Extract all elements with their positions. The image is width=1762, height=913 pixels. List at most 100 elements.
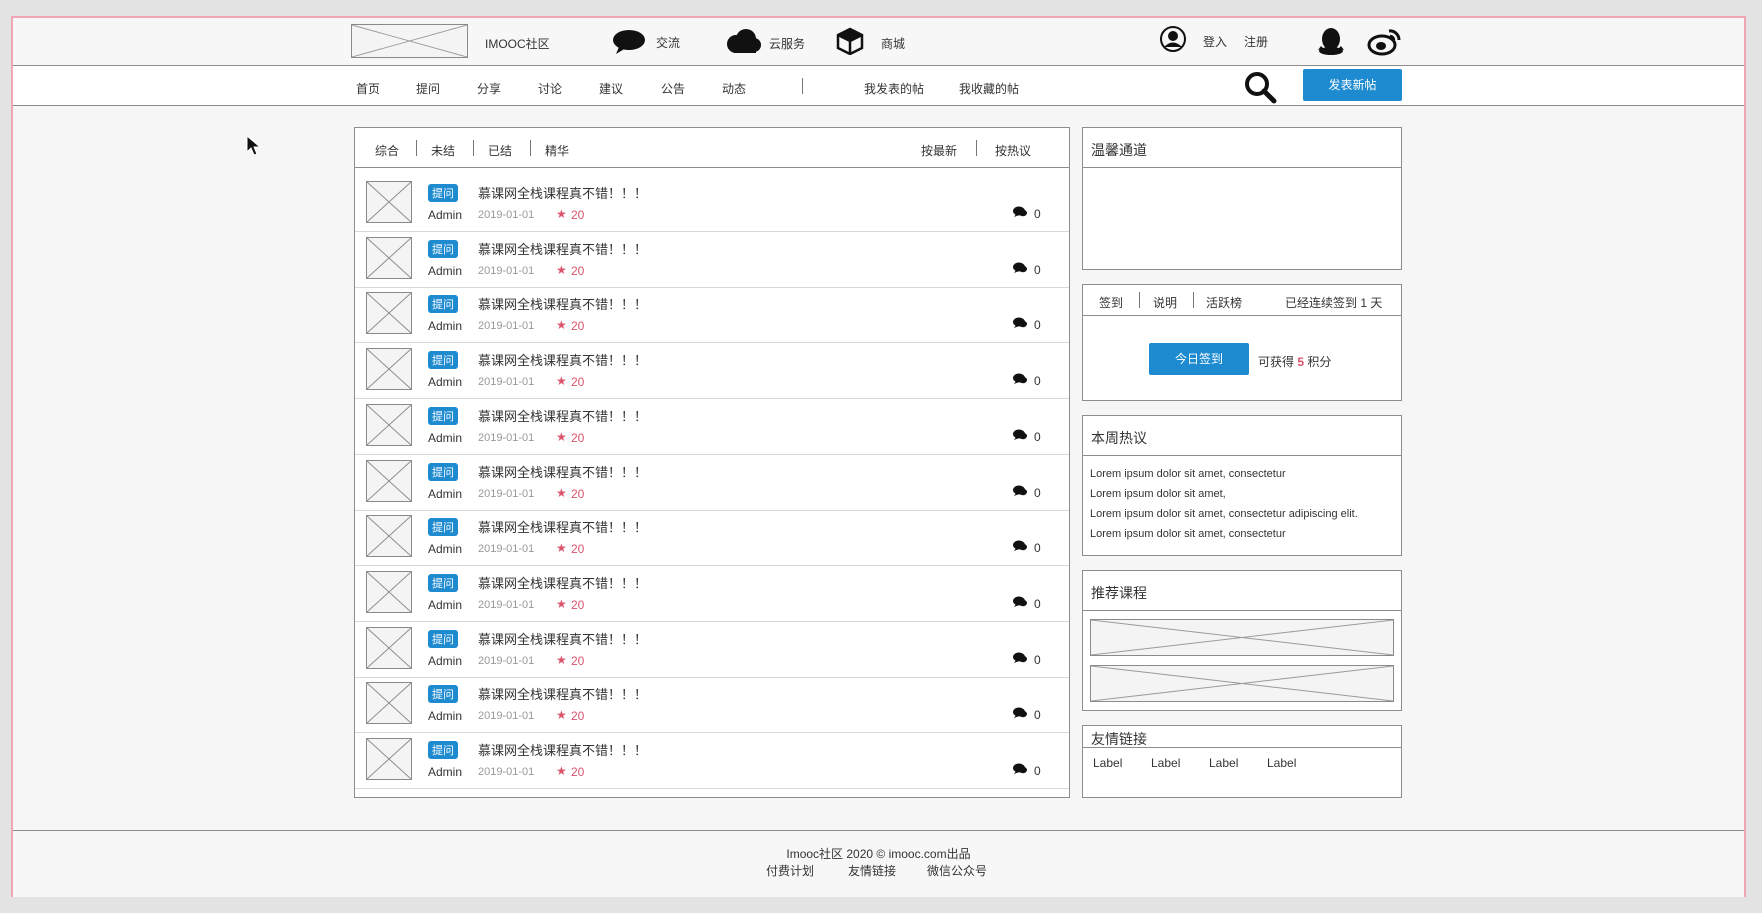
post-tag-badge[interactable]: 提问 — [428, 685, 458, 704]
filter-closed[interactable]: 已结 — [488, 142, 512, 159]
subnav-item-home[interactable]: 首页 — [356, 80, 380, 97]
subnav-item-share[interactable]: 分享 — [477, 80, 501, 97]
post-author[interactable]: Admin — [428, 264, 462, 278]
post-author[interactable]: Admin — [428, 431, 462, 445]
post-row[interactable]: 提问 慕课网全栈课程真不错！！！ Admin 2019-01-01 ★ 20 0 — [355, 343, 1069, 400]
post-author[interactable]: Admin — [428, 375, 462, 389]
post-tag-badge[interactable]: 提问 — [428, 629, 458, 648]
nav-item-shop[interactable]: 商城 — [881, 35, 905, 52]
post-tag-badge[interactable]: 提问 — [428, 573, 458, 592]
subnav-item-notice[interactable]: 公告 — [661, 80, 685, 97]
hot-item[interactable]: Lorem ipsum dolor sit amet, consectetur — [1090, 464, 1394, 484]
post-author[interactable]: Admin — [428, 208, 462, 222]
friend-link[interactable]: Label — [1267, 756, 1296, 770]
nav-item-cloud[interactable]: 云服务 — [769, 35, 805, 52]
hot-item[interactable]: Lorem ipsum dolor sit amet, — [1090, 484, 1394, 504]
post-author[interactable]: Admin — [428, 542, 462, 556]
my-posts-link[interactable]: 我发表的帖 — [864, 80, 924, 97]
filter-all[interactable]: 综合 — [375, 142, 399, 159]
post-title[interactable]: 慕课网全栈课程真不错！！！ — [478, 517, 647, 536]
post-title[interactable]: 慕课网全栈课程真不错！！！ — [478, 183, 647, 202]
friend-link[interactable]: Label — [1209, 756, 1238, 770]
post-author[interactable]: Admin — [428, 598, 462, 612]
post-thumbnail[interactable] — [366, 682, 412, 725]
post-author[interactable]: Admin — [428, 709, 462, 723]
cloud-icon[interactable] — [724, 28, 762, 54]
signin-today-button[interactable]: 今日签到 — [1149, 343, 1249, 375]
weibo-icon[interactable] — [1367, 26, 1403, 56]
post-row[interactable]: 提问 慕课网全栈课程真不错！！！ Admin 2019-01-01 ★ 20 0 — [355, 176, 1069, 232]
post-row[interactable]: 提问 慕课网全栈课程真不错！！！ Admin 2019-01-01 ★ 20 0 — [355, 510, 1069, 567]
post-tag-badge[interactable]: 提问 — [428, 741, 458, 759]
post-row[interactable]: 提问 慕课网全栈课程真不错！！！ Admin 2019-01-01 ★ 20 0 — [355, 455, 1069, 511]
post-title[interactable]: 慕课网全栈课程真不错！！！ — [478, 462, 647, 481]
post-tag-badge[interactable]: 提问 — [428, 406, 458, 425]
signin-tab-sign[interactable]: 签到 — [1099, 294, 1123, 311]
hot-item[interactable]: Lorem ipsum dolor sit amet, consectetur — [1090, 524, 1394, 544]
post-title[interactable]: 慕课网全栈课程真不错！！！ — [478, 406, 647, 425]
post-row[interactable]: 提问 慕课网全栈课程真不错！！！ Admin 2019-01-01 ★ 20 0 — [355, 622, 1069, 678]
user-avatar-icon[interactable] — [1159, 25, 1187, 53]
post-thumbnail[interactable] — [366, 459, 412, 502]
site-logo[interactable] — [351, 24, 468, 58]
friend-link[interactable]: Label — [1151, 756, 1180, 770]
post-tag-badge[interactable]: 提问 — [428, 351, 458, 370]
post-title[interactable]: 慕课网全栈课程真不错！！！ — [478, 684, 647, 703]
post-author[interactable]: Admin — [428, 487, 462, 501]
signin-tab-rank[interactable]: 活跃榜 — [1206, 294, 1242, 311]
post-thumbnail[interactable] — [366, 348, 412, 391]
qq-icon[interactable] — [1316, 26, 1346, 56]
post-thumbnail[interactable] — [366, 403, 412, 446]
register-link[interactable]: 注册 — [1244, 33, 1268, 50]
subnav-item-activity[interactable]: 动态 — [722, 80, 746, 97]
box-icon[interactable] — [836, 27, 864, 55]
nav-item-exchange[interactable]: 交流 — [656, 34, 680, 51]
post-thumbnail[interactable] — [366, 181, 412, 223]
footer-link-friends[interactable]: 友情链接 — [848, 862, 896, 879]
login-link[interactable]: 登入 — [1203, 33, 1227, 50]
post-title[interactable]: 慕课网全栈课程真不错！！！ — [478, 573, 647, 592]
footer-link-wechat[interactable]: 微信公众号 — [927, 862, 987, 879]
post-tag-badge[interactable]: 提问 — [428, 462, 458, 481]
site-name[interactable]: IMOOC社区 — [485, 35, 550, 52]
course-banner-image[interactable] — [1090, 619, 1394, 656]
filter-featured[interactable]: 精华 — [545, 142, 569, 159]
signin-tab-info[interactable]: 说明 — [1153, 294, 1177, 311]
friend-link[interactable]: Label — [1093, 756, 1122, 770]
sort-hot[interactable]: 按热议 — [995, 142, 1031, 159]
post-title[interactable]: 慕课网全栈课程真不错！！！ — [478, 629, 647, 648]
post-row[interactable]: 提问 慕课网全栈课程真不错！！！ Admin 2019-01-01 ★ 20 0 — [355, 566, 1069, 622]
footer-link-paid-plan[interactable]: 付费计划 — [766, 862, 814, 879]
subnav-item-suggest[interactable]: 建议 — [599, 80, 623, 97]
post-row[interactable]: 提问 慕课网全栈课程真不错！！！ Admin 2019-01-01 ★ 20 0 — [355, 733, 1069, 789]
my-favorites-link[interactable]: 我收藏的帖 — [959, 80, 1019, 97]
post-thumbnail[interactable] — [366, 292, 412, 335]
course-banner-image[interactable] — [1090, 665, 1394, 702]
chat-bubble-icon[interactable] — [612, 29, 646, 55]
post-thumbnail[interactable] — [366, 738, 412, 780]
post-thumbnail[interactable] — [366, 515, 412, 558]
post-title[interactable]: 慕课网全栈课程真不错！！！ — [478, 740, 647, 759]
post-thumbnail[interactable] — [366, 236, 412, 279]
post-author[interactable]: Admin — [428, 319, 462, 333]
hot-item[interactable]: Lorem ipsum dolor sit amet, consectetur … — [1090, 504, 1394, 524]
new-post-button[interactable]: 发表新帖 — [1303, 69, 1402, 101]
subnav-item-question[interactable]: 提问 — [416, 80, 440, 97]
post-title[interactable]: 慕课网全栈课程真不错！！！ — [478, 350, 647, 369]
post-tag-badge[interactable]: 提问 — [428, 239, 458, 258]
post-author[interactable]: Admin — [428, 765, 462, 779]
post-tag-badge[interactable]: 提问 — [428, 184, 458, 202]
subnav-item-discuss[interactable]: 讨论 — [538, 80, 562, 97]
post-thumbnail[interactable] — [366, 570, 412, 613]
post-row[interactable]: 提问 慕课网全栈课程真不错！！！ Admin 2019-01-01 ★ 20 0 — [355, 287, 1069, 344]
post-author[interactable]: Admin — [428, 654, 462, 668]
post-title[interactable]: 慕课网全栈课程真不错！！！ — [478, 239, 647, 258]
search-icon[interactable] — [1243, 70, 1277, 104]
sort-latest[interactable]: 按最新 — [921, 142, 957, 159]
post-title[interactable]: 慕课网全栈课程真不错！！！ — [478, 294, 647, 313]
post-tag-badge[interactable]: 提问 — [428, 295, 458, 314]
post-row[interactable]: 提问 慕课网全栈课程真不错！！！ Admin 2019-01-01 ★ 20 0 — [355, 232, 1069, 288]
post-row[interactable]: 提问 慕课网全栈课程真不错！！！ Admin 2019-01-01 ★ 20 0 — [355, 677, 1069, 734]
post-row[interactable]: 提问 慕课网全栈课程真不错！！！ Admin 2019-01-01 ★ 20 0 — [355, 399, 1069, 455]
post-tag-badge[interactable]: 提问 — [428, 518, 458, 537]
